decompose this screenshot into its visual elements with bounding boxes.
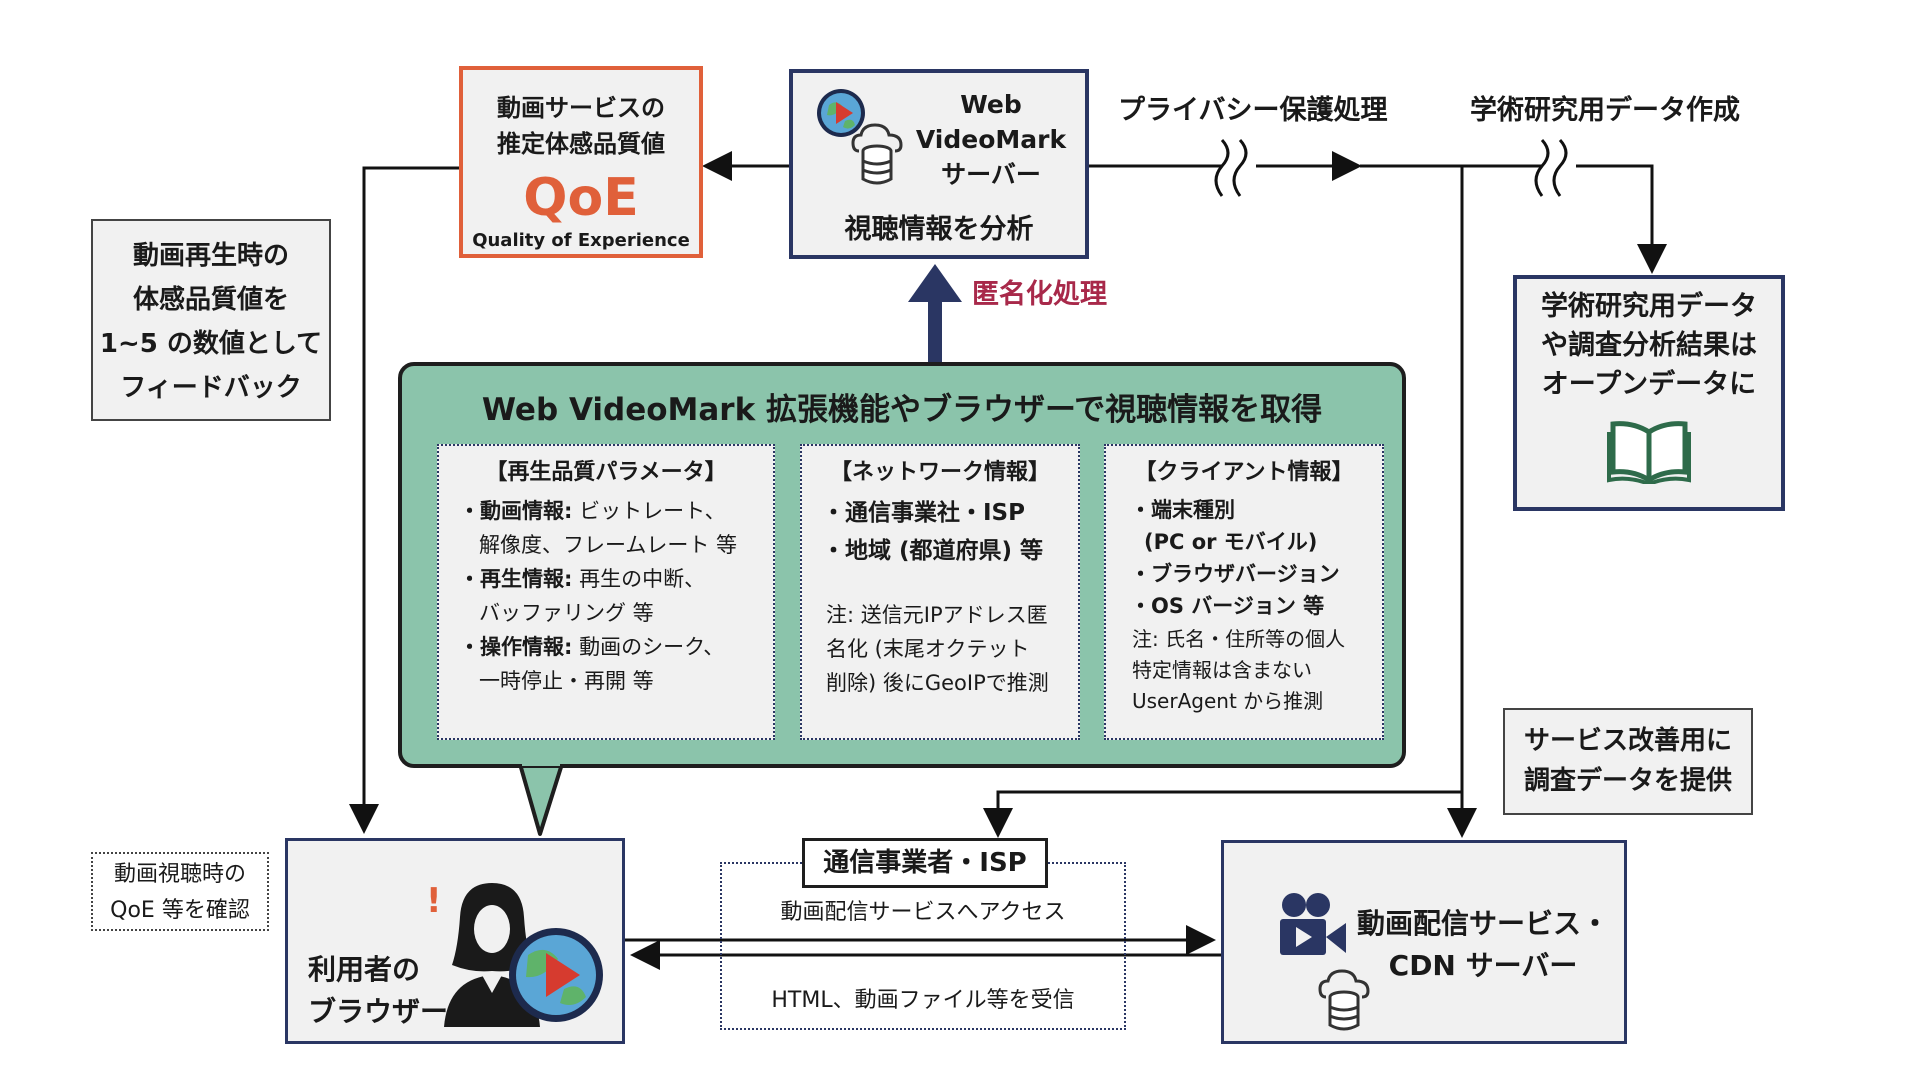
- client-info-box: 【クライアント情報】 ・端末種別 (PC or モバイル) ・ブラウザバージョン…: [1104, 444, 1384, 740]
- playback-info-val: 再生の中断、: [572, 567, 706, 591]
- video-info-cont: 解像度、フレームレート 等: [479, 533, 738, 557]
- cdn-label-line2: CDN サーバー: [1388, 949, 1578, 982]
- user-label-line1: 利用者の: [308, 953, 421, 986]
- access-text: 動画配信サービスへアクセス: [780, 900, 1066, 925]
- client-item: ・ブラウザバージョン: [1130, 562, 1340, 586]
- client-note-line: 注: 氏名・住所等の個人: [1132, 627, 1346, 651]
- receive-text: HTML、動画ファイル等を受信: [771, 988, 1075, 1013]
- user-label-line2: ブラウザー: [308, 995, 449, 1028]
- operation-info-val: 動画のシーク、: [572, 635, 725, 659]
- operation-info-key: ・操作情報:: [459, 635, 573, 659]
- client-note-line: 特定情報は含まない: [1132, 658, 1312, 682]
- network-note-line: 削除) 後にGeoIPで推測: [826, 671, 1049, 695]
- qoe-check-line2: QoE 等を確認: [110, 898, 250, 923]
- user-label: 利用者の ブラウザー: [308, 949, 448, 1033]
- user-browser-box: ! 利用者の ブラウザー: [285, 838, 625, 1044]
- green-panel-title: Web VideoMark 拡張機能やブラウザーで視聴情報を取得: [481, 392, 1323, 428]
- globe-play-icon: [509, 928, 603, 1022]
- network-note-line: 注: 送信元IPアドレス匿: [826, 603, 1048, 627]
- video-camera-icon: [1280, 893, 1346, 955]
- network-heading: 【ネットワーク情報】: [829, 460, 1050, 485]
- client-item: ・端末種別: [1130, 498, 1235, 522]
- service-improvement-box: サービス改善用に 調査データを提供: [1503, 708, 1753, 815]
- improve-line2: 調査データを提供: [1523, 766, 1732, 796]
- network-note-line: 名化 (末尾オクテット: [826, 637, 1030, 661]
- network-info-box: 【ネットワーク情報】 ・通信事業社・ISP ・地域 (都道府県) 等 注: 送信…: [800, 444, 1080, 740]
- client-heading: 【クライアント情報】: [1134, 460, 1354, 485]
- playback-heading: 【再生品質パラメータ】: [485, 460, 727, 485]
- network-item: ・通信事業社・ISP: [822, 500, 1025, 526]
- cdn-label-line1: 動画配信サービス・: [1356, 907, 1609, 940]
- improve-line1: サービス改善用に: [1523, 726, 1732, 756]
- client-item-cont: (PC or モバイル): [1144, 530, 1318, 554]
- cdn-label: 動画配信サービス・ CDN サーバー: [1342, 903, 1624, 987]
- cdn-server-box: 動画配信サービス・ CDN サーバー: [1221, 840, 1627, 1044]
- playback-info-cont: バッファリング 等: [479, 601, 654, 625]
- isp-label: 通信事業者・ISP: [802, 838, 1048, 888]
- playback-info-key: ・再生情報:: [459, 567, 573, 591]
- video-info-val: ビットレート、: [572, 499, 726, 523]
- client-note-line: UserAgent から推測: [1132, 689, 1324, 713]
- video-info-key: ・動画情報:: [459, 499, 573, 523]
- operation-info-cont: 一時停止・再開 等: [479, 669, 654, 693]
- client-item: ・OS バージョン 等: [1130, 594, 1325, 618]
- qoe-check-line1: 動画視聴時の: [113, 862, 246, 887]
- qoe-check-box: 動画視聴時の QoE 等を確認: [91, 852, 269, 931]
- playback-params-box: 【再生品質パラメータ】 ・動画情報: ビットレート、 解像度、フレームレート 等…: [437, 444, 775, 740]
- network-item: ・地域 (都道府県) 等: [822, 538, 1044, 564]
